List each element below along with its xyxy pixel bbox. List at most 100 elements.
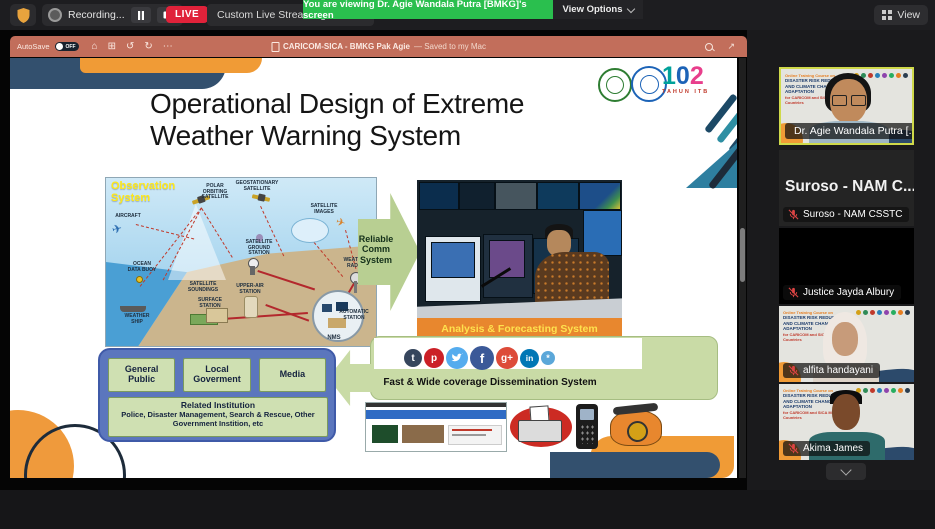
- recording-dot-icon: [48, 8, 62, 22]
- autosave-state: OFF: [66, 44, 76, 50]
- obs-label-ship: WEATHER SHIP: [122, 314, 152, 325]
- view-options-label: View Options: [562, 4, 622, 15]
- pause-icon: [137, 11, 145, 20]
- audience-local-government: Local Goverment: [183, 358, 250, 392]
- comm-arrow-label: Reliable Comm System: [358, 234, 394, 265]
- glasses: [851, 95, 866, 106]
- obs-label-ground: SATELLITE GROUND STATION: [240, 240, 278, 257]
- ocean-buoy: [136, 276, 143, 283]
- telephone: [610, 410, 662, 446]
- video-tile-akima[interactable]: Online Training Course on DISASTER RISK …: [779, 384, 914, 460]
- pinterest-icon: p: [424, 348, 444, 368]
- observation-system-title: Observation System: [111, 181, 193, 204]
- ground-station-tower: [250, 266, 255, 275]
- view-options-button[interactable]: View Options: [553, 0, 643, 19]
- scroll-participants-button[interactable]: [826, 463, 866, 480]
- privacy-shield-button[interactable]: [10, 4, 36, 26]
- facebook-icon: f: [470, 346, 494, 370]
- obs-label-automatic: AUTOMATIC STATION: [336, 310, 372, 321]
- upper-air-station: [244, 296, 258, 318]
- participants-video-panel: Online Training Course on DISASTER RISK …: [747, 30, 935, 490]
- muted-mic-icon: [788, 209, 799, 220]
- google-plus-icon: g+: [496, 347, 518, 369]
- viewing-banner-text: You are viewing Dr. Agie Wandala Putra […: [303, 0, 553, 21]
- video-tile-alfita[interactable]: Online Training Course on DISASTER RISK …: [779, 306, 914, 382]
- name-tag: alfita handayani: [783, 363, 880, 378]
- website-screenshot: [365, 402, 507, 452]
- shield-icon: [17, 8, 30, 23]
- name-tag: Dr. Agie Wandala Putra [...: [785, 123, 914, 139]
- aircraft2-icon: ✈: [334, 215, 346, 230]
- viewing-banner: You are viewing Dr. Agie Wandala Putra […: [303, 0, 553, 19]
- recording-control: Recording...: [42, 4, 183, 26]
- audience-related-institution: Related Institution Police, Disaster Man…: [108, 397, 328, 437]
- document-status: — Saved to my Mac: [414, 42, 486, 51]
- document-icon: [271, 42, 279, 52]
- related-institution-body: Police, Disaster Management, Search & Re…: [109, 410, 327, 428]
- display-name-large: Suroso - NAM C...: [785, 178, 914, 196]
- obs-label-soundings: SATELLITE SOUNDINGS: [182, 282, 224, 293]
- surface-station-building: [206, 308, 228, 323]
- linkedin-icon: in: [520, 349, 539, 368]
- audience-media: Media: [259, 358, 326, 392]
- obs-label-surface: SURFACE STATION: [192, 298, 228, 309]
- obs-label-nms: NMS: [322, 335, 346, 342]
- muted-mic-icon: [788, 287, 799, 298]
- person-face: [832, 322, 858, 356]
- home-icon[interactable]: ⌂: [92, 41, 98, 52]
- video-tile-dr-agie[interactable]: Online Training Course on DISASTER RISK …: [779, 67, 914, 145]
- audience-box: General Public Local Goverment Media Rel…: [98, 348, 336, 442]
- grid-view-icon: [882, 10, 886, 14]
- slide-title: Operational Design of Extreme Weather Wa…: [150, 88, 600, 152]
- person-face: [832, 394, 860, 430]
- geo-satellite: [252, 194, 270, 202]
- related-institution-title: Related Institution: [109, 400, 327, 410]
- more-commands-icon[interactable]: ⋯: [163, 41, 173, 52]
- search-icon[interactable]: [705, 43, 713, 51]
- obs-label-polar: POLAR ORBITING SATELLITE: [194, 184, 236, 201]
- meeting-toolbar: Unmute Start Video Security 38 Participa…: [0, 490, 935, 529]
- share-icon[interactable]: ↗: [727, 41, 735, 52]
- audience-general-public: General Public: [108, 358, 175, 392]
- autosave-label: AutoSave: [17, 42, 50, 51]
- satellite-image-cloud: [291, 218, 329, 243]
- meeting-top-bar: Recording... LIVE Custom Live Streaming …: [0, 0, 935, 30]
- obs-label-aircraft: AIRCRAFT: [112, 214, 144, 220]
- view-button[interactable]: View: [874, 5, 928, 25]
- tumblr-icon: t: [404, 349, 422, 367]
- presentation-slide: 102 TAHUN ITB 102 Operational Design of …: [10, 58, 737, 478]
- undo-icon[interactable]: ↺: [126, 41, 134, 52]
- fax-body: [518, 420, 562, 442]
- share-social-icon: *: [541, 351, 555, 365]
- autosave-toggle[interactable]: OFF: [55, 42, 79, 51]
- live-badge: LIVE: [166, 6, 208, 23]
- save-icon[interactable]: ⊞: [108, 41, 116, 52]
- obs-label-images: SATELLITE IMAGES: [304, 204, 344, 215]
- glasses: [832, 95, 847, 106]
- aircraft-icon: ✈: [110, 221, 123, 237]
- social-icons-row: t p f g+ in *: [404, 346, 557, 370]
- chevron-down-icon: [840, 464, 851, 475]
- powerpoint-titlebar: AutoSave OFF ⌂ ⊞ ↺ ↻ ⋯ CARICOM-SICA - BM…: [10, 36, 747, 57]
- observation-system-figure: ✈ ✈ Observation System POLAR ORBITING SA…: [105, 177, 377, 347]
- muted-mic-icon: [788, 443, 799, 454]
- weather-ship: [120, 306, 146, 312]
- slide-decor-navy-shape: [550, 452, 720, 478]
- redo-icon[interactable]: ↻: [144, 41, 152, 52]
- weather-radar-tower: [354, 281, 357, 293]
- zoom-meeting-window: Recording... LIVE Custom Live Streaming …: [0, 0, 935, 529]
- name-tag: Justice Jayda Albury: [783, 285, 901, 300]
- itb-logo-number: 102: [662, 62, 704, 91]
- video-tile-justice[interactable]: Justice Jayda Albury: [779, 228, 914, 304]
- dissemination-banner: Fast & Wide coverage Dissemination Syste…: [372, 377, 608, 388]
- analysis-forecasting-photo: Analysis & Forecasting System: [417, 180, 622, 340]
- mobile-phone: [576, 404, 598, 449]
- view-label: View: [897, 9, 920, 21]
- video-tile-suroso[interactable]: Suroso - NAM C... Suroso - NAM CSSTC: [779, 150, 914, 226]
- twitter-icon: [446, 347, 468, 369]
- name-tag: Suroso - NAM CSSTC: [783, 207, 909, 222]
- scrollbar-thumb[interactable]: [740, 228, 745, 282]
- obs-label-upper: UPPER-AIR STATION: [232, 284, 268, 295]
- pause-recording-button[interactable]: [131, 7, 151, 23]
- obs-label-buoy: OCEAN DATA BUOY: [126, 262, 158, 273]
